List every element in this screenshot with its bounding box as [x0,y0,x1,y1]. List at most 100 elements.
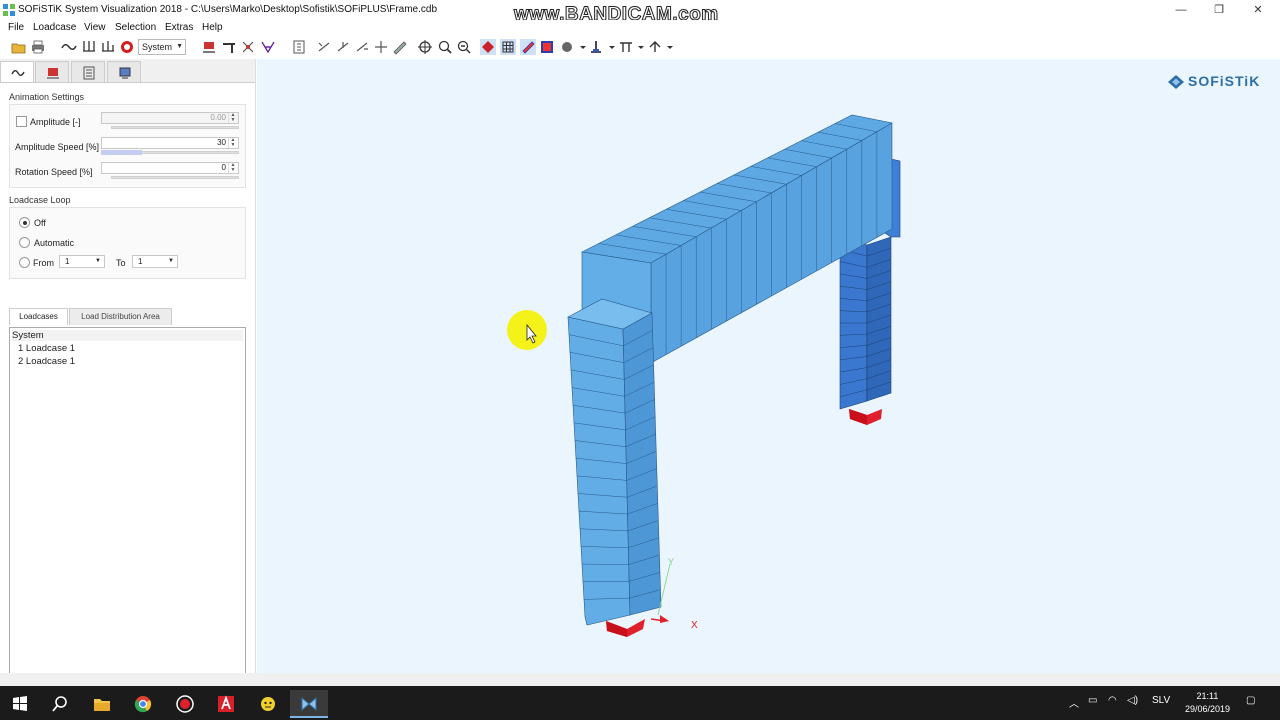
load-arrows-icon[interactable] [81,39,97,55]
menu-help[interactable]: Help [202,22,223,33]
section-display-icon[interactable] [618,39,634,55]
left-panel: Animation Settings Amplitude [-] 0.00 ▲ ▼… [0,59,256,689]
search-button[interactable] [41,690,79,718]
chevron-down-icon[interactable] [662,39,678,55]
menu-view[interactable]: View [84,22,106,33]
rotation-speed-input[interactable]: 0 ▲ ▼ [101,162,239,174]
search-icon [52,696,67,712]
loop-from-label: From [33,258,54,268]
rotate-y-icon[interactable] [335,39,351,55]
spin-arrows-icon[interactable]: ▲ ▼ [228,163,237,173]
loop-off-label: Off [34,218,46,228]
tab-loadcases[interactable]: Loadcases [9,308,68,325]
folder-icon [94,699,110,711]
support-icon[interactable] [201,39,217,55]
color-legend-icon[interactable] [539,39,555,55]
amplitude-speed-input[interactable]: 30 ▲ ▼ [101,137,239,149]
taskbar-sofistik[interactable] [290,690,328,718]
3d-viewport[interactable]: SOFiSTiK Y X [257,59,1280,673]
chevron-up-icon[interactable]: ︿ [1069,695,1079,710]
rotate-x-icon[interactable] [316,39,332,55]
loop-from-value: 1 [65,257,70,266]
loop-to-label: To [116,258,126,268]
tab-settings[interactable] [107,61,141,82]
amplitude-label: Amplitude [-] [30,117,81,127]
perspective-icon[interactable] [392,39,408,55]
mouse-cursor [507,310,547,350]
loop-automatic-label: Automatic [34,238,75,248]
animation-wave-icon[interactable] [61,39,77,55]
zoom-icon[interactable] [437,39,453,55]
spin-arrows-icon[interactable]: ▲ ▼ [228,113,237,123]
animation-settings-heading: Animation Settings [9,92,85,102]
loop-automatic-radio[interactable] [19,237,30,248]
menu-bar: File Loadcase View Selection Extras Help [0,20,1280,36]
taskbar-bandicam[interactable] [166,690,204,718]
window-title: SOFiSTiK System Visualization 2018 - C:\… [18,4,438,15]
tree-item-loadcase[interactable]: 1 Loadcase 1 [18,343,75,354]
battery-icon[interactable]: ▭ [1088,695,1097,706]
record-icon[interactable] [119,39,135,55]
tab-results[interactable] [71,61,105,82]
loop-from-radio[interactable] [19,257,30,268]
taskbar-explorer[interactable] [83,690,121,718]
left-column[interactable] [567,298,662,626]
menu-file[interactable]: File [8,22,24,33]
mesh-icon[interactable] [260,39,276,55]
taskbar-app[interactable] [249,690,287,718]
print-icon[interactable] [30,39,46,55]
center-icon[interactable] [417,39,433,55]
frame-model[interactable] [257,59,1280,673]
language-indicator[interactable]: SLV [1152,695,1170,706]
taskbar-chrome[interactable] [124,690,162,718]
rotation-speed-value: 0 [221,163,226,172]
menu-loadcase[interactable]: Loadcase [33,22,76,33]
loadcase-loop-heading: Loadcase Loop [9,195,71,205]
tab-display[interactable] [35,61,69,82]
grid-render-icon[interactable] [500,39,516,55]
notification-icon[interactable]: ▢ [1246,695,1255,706]
minimize-button[interactable]: — [1161,0,1201,20]
support-right[interactable] [849,409,882,425]
zoom-window-icon[interactable] [456,39,472,55]
loop-off-radio[interactable] [19,217,30,228]
network-icon[interactable]: ◠ [1108,695,1117,706]
rotate-z-icon[interactable] [354,39,370,55]
amplitude-speed-label: Amplitude Speed [%] [15,142,100,152]
tab-load-distribution-area[interactable]: Load Distribution Area [69,308,172,325]
clock-time: 21:11 [1196,691,1219,701]
load-arrows-alt-icon[interactable] [100,39,116,55]
tab-animation[interactable] [0,61,34,83]
load-display-icon[interactable] [588,39,604,55]
loop-from-select[interactable]: 1 ▼ [59,255,105,268]
system-select[interactable]: System ▼ [138,39,186,55]
clock[interactable]: 21:11 29/06/2019 [1185,690,1230,716]
solid-render-icon[interactable] [480,39,496,55]
volume-icon[interactable]: ◁) [1127,695,1138,706]
shading-icon[interactable] [559,39,575,55]
amplitude-input[interactable]: 0.00 ▲ ▼ [101,112,239,124]
node-icon[interactable] [240,39,256,55]
support-left[interactable] [606,619,645,637]
status-bar [0,673,1280,686]
amplitude-slider[interactable] [111,126,239,129]
tree-root-system[interactable]: System [12,330,243,341]
close-button[interactable]: ✕ [1238,0,1278,20]
beam-icon[interactable] [221,39,237,55]
tree-item-loadcase[interactable]: 2 Loadcase 1 [18,356,75,367]
edges-render-icon[interactable] [520,39,536,55]
rotation-speed-slider[interactable] [111,176,239,179]
menu-extras[interactable]: Extras [165,22,193,33]
pan-icon[interactable] [373,39,389,55]
loop-to-select[interactable]: 1 ▼ [132,255,178,268]
open-file-icon[interactable] [11,39,27,55]
menu-selection[interactable]: Selection [115,22,156,33]
table-icon [83,66,95,80]
fit-view-icon[interactable] [291,39,307,55]
spin-arrows-icon[interactable]: ▲ ▼ [228,138,237,148]
label-display-icon[interactable] [647,39,663,55]
restore-button[interactable]: ❐ [1199,0,1239,20]
amplitude-checkbox[interactable] [16,116,27,127]
taskbar-autocad[interactable] [207,690,245,718]
start-button[interactable] [1,690,39,718]
